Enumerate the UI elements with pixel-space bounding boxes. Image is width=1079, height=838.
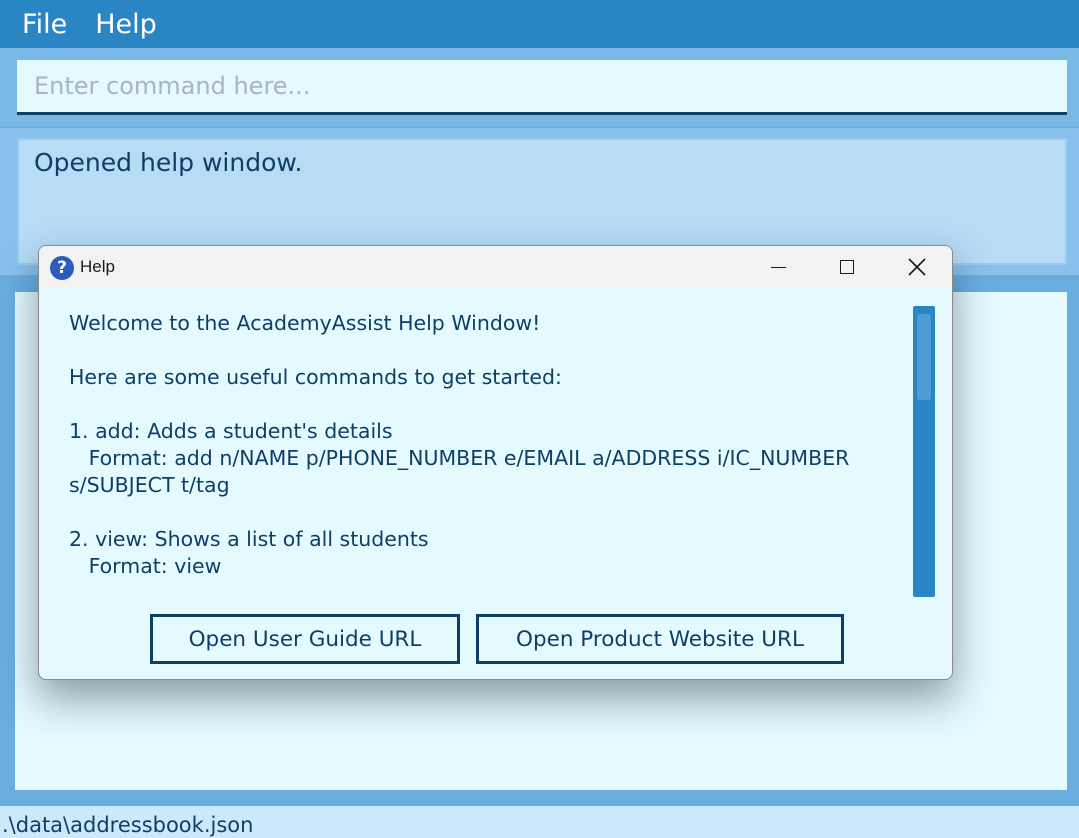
menu-file[interactable]: File: [22, 9, 67, 40]
maximize-button[interactable]: [824, 246, 870, 288]
help-scrollbar[interactable]: [913, 306, 935, 597]
question-icon: ?: [50, 256, 74, 280]
command-box-area: [0, 48, 1079, 126]
help-scrollbar-thumb[interactable]: [917, 314, 931, 400]
maximize-icon: [840, 260, 854, 274]
close-icon: [908, 258, 926, 276]
help-window: ? Help Welcome to the AcademyAssist Help…: [38, 245, 953, 680]
open-product-website-button[interactable]: Open Product Website URL: [476, 614, 844, 664]
menu-help[interactable]: Help: [95, 9, 157, 40]
close-button[interactable]: [894, 246, 940, 288]
open-user-guide-button[interactable]: Open User Guide URL: [150, 614, 460, 664]
menu-bar: File Help: [0, 0, 1079, 48]
status-bar-footer: .\data\addressbook.json: [0, 806, 1079, 838]
help-titlebar[interactable]: ? Help: [39, 246, 952, 288]
command-input[interactable]: [17, 60, 1067, 115]
minimize-button[interactable]: [755, 246, 801, 288]
help-message: Welcome to the AcademyAssist Help Window…: [69, 311, 850, 578]
minimize-icon: [770, 266, 786, 268]
help-window-title: Help: [80, 257, 115, 276]
